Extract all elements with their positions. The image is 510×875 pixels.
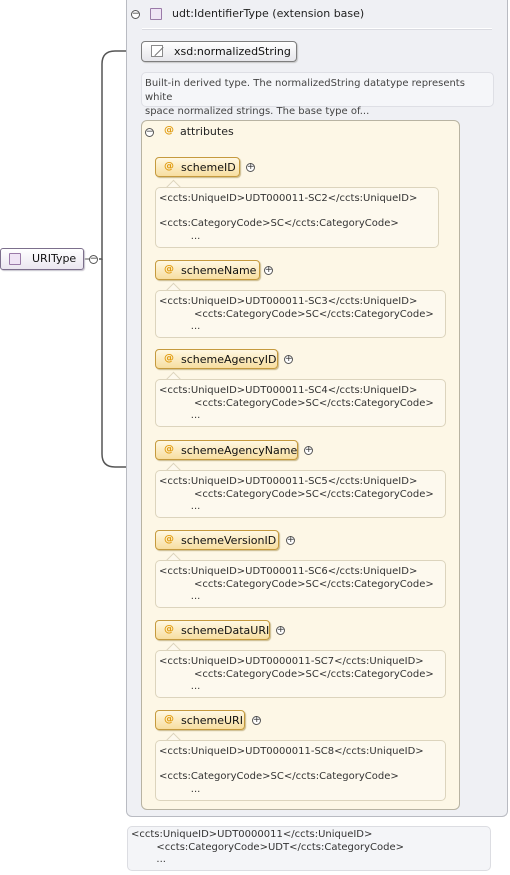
complex-type-icon [9, 253, 21, 265]
expand-icon[interactable]: + [252, 716, 261, 725]
attribute-label: schemeAgencyID [181, 353, 277, 366]
attribute-doc: <ccts:UniqueID>UDT000011-SC3</ccts:Uniqu… [155, 290, 446, 338]
attribute-doc: <ccts:UniqueID>UDT0000011-SC7</ccts:Uniq… [155, 650, 446, 698]
type-documentation: <ccts:UniqueID>UDT0000011</ccts:UniqueID… [127, 826, 491, 871]
expand-icon[interactable]: + [284, 355, 293, 364]
attribute-doc: <ccts:UniqueID>UDT0000011-SC8</ccts:Uniq… [155, 740, 446, 801]
attribute-label: schemeVersionID [181, 534, 277, 547]
attribute-label: schemeID [181, 161, 236, 174]
expand-icon[interactable]: + [286, 536, 295, 545]
attribute-group-icon: @ [164, 125, 174, 136]
attribute-label: schemeURI [181, 714, 243, 727]
base-type-label: xsd:normalizedString [174, 45, 291, 58]
base-type-description: Built-in derived type. The normalizedStr… [141, 72, 494, 117]
attribute-label: schemeDataURI [181, 624, 270, 637]
attribute-doc: <ccts:UniqueID>UDT000011-SC4</ccts:Uniqu… [155, 379, 446, 427]
expand-icon[interactable]: + [264, 266, 273, 275]
complex-type-icon [150, 8, 162, 20]
extension-title: udt:IdentifierType (extension base) [172, 7, 365, 20]
attribute-at-icon: @ [164, 264, 174, 275]
attribute-at-icon: @ [164, 353, 174, 364]
collapse-node-icon[interactable]: − [89, 255, 98, 264]
attribute-at-icon: @ [164, 534, 174, 545]
description-line: Built-in derived type. The normalizedStr… [145, 78, 465, 103]
attribute-at-icon: @ [164, 624, 174, 635]
attribute-label: schemeName [181, 264, 257, 277]
attribute-doc: <ccts:UniqueID>UDT000011-SC6</ccts:Uniqu… [155, 560, 446, 608]
expand-icon[interactable]: + [246, 163, 255, 172]
attribute-doc: <ccts:UniqueID>UDT000011-SC5</ccts:Uniqu… [155, 470, 446, 518]
attribute-at-icon: @ [164, 161, 174, 172]
uritype-label: URIType [32, 252, 77, 265]
attribute-label: schemeAgencyName [181, 444, 298, 457]
expand-icon[interactable]: + [304, 446, 313, 455]
description-line: space normalized strings. The base type … [145, 106, 370, 117]
divider [142, 28, 492, 30]
expand-icon[interactable]: + [276, 626, 285, 635]
attributes-title: attributes [180, 125, 234, 138]
collapse-extension-icon[interactable]: − [131, 10, 140, 19]
attribute-doc: <ccts:UniqueID>UDT000011-SC2</ccts:Uniqu… [155, 187, 439, 248]
collapse-attributes-icon[interactable]: − [145, 128, 154, 137]
attribute-at-icon: @ [164, 444, 174, 455]
simple-type-icon [151, 45, 163, 57]
attribute-at-icon: @ [164, 714, 174, 725]
